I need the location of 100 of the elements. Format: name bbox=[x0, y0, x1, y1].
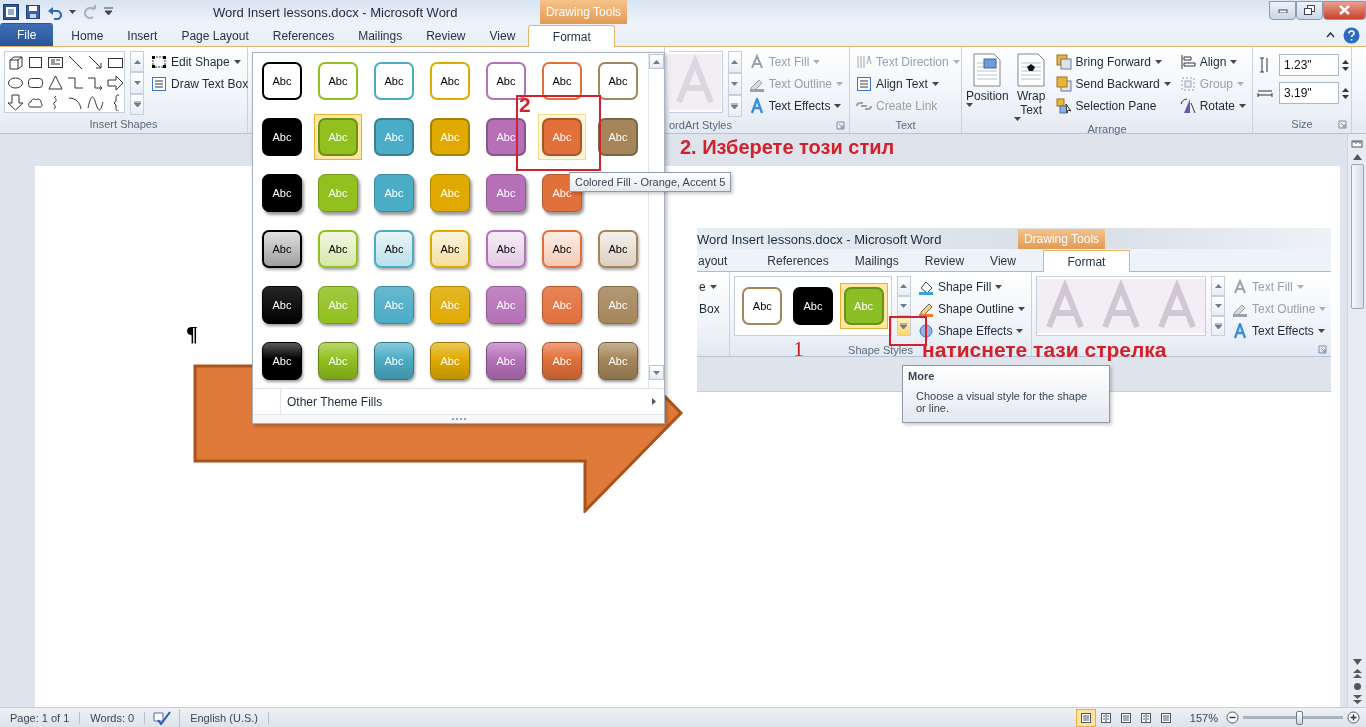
browse-object-icon[interactable] bbox=[1352, 682, 1362, 691]
scroll-down-icon bbox=[1214, 304, 1222, 308]
file-tab[interactable]: File bbox=[0, 23, 54, 46]
scroll-up-button[interactable] bbox=[1211, 276, 1225, 296]
right-arrow-icon[interactable] bbox=[107, 74, 124, 91]
ribbon-tab[interactable]: ayout bbox=[697, 249, 741, 271]
cube-icon[interactable] bbox=[7, 54, 24, 71]
restore-button[interactable] bbox=[1296, 0, 1323, 20]
rectangle-icon[interactable] bbox=[27, 54, 44, 71]
zoom-level[interactable]: 157% bbox=[1175, 711, 1226, 724]
scrollbar-thumb[interactable] bbox=[1350, 164, 1364, 309]
undo-icon[interactable] bbox=[47, 4, 63, 20]
scroll-up-icon[interactable] bbox=[1352, 154, 1362, 160]
arrow-line-icon[interactable] bbox=[87, 54, 104, 71]
close-button[interactable] bbox=[1323, 0, 1366, 20]
ribbon-command[interactable]: Shape Fill bbox=[915, 276, 1027, 298]
more-button[interactable] bbox=[130, 93, 144, 115]
scroll-up-button[interactable] bbox=[649, 54, 664, 69]
contextual-tab-header: Drawing Tools bbox=[1018, 229, 1105, 249]
customize-icon[interactable] bbox=[104, 7, 113, 17]
ribbon-tab[interactable]: Mailings bbox=[347, 24, 414, 46]
dialog-launcher-icon[interactable] bbox=[1318, 344, 1327, 354]
more-icon bbox=[900, 323, 908, 329]
more-button[interactable] bbox=[896, 316, 911, 336]
curve-icon[interactable] bbox=[87, 94, 104, 111]
ribbon-tab[interactable]: Review bbox=[911, 249, 978, 271]
scroll-up-icon bbox=[133, 59, 141, 64]
next-page-icon[interactable] bbox=[1352, 695, 1362, 707]
more-icon bbox=[731, 103, 739, 109]
ribbon-tab[interactable]: View bbox=[977, 249, 1029, 271]
ribbon-command[interactable]: Text Effects bbox=[746, 95, 845, 117]
scroll-up-button[interactable] bbox=[130, 51, 144, 73]
text-box-icon[interactable] bbox=[47, 54, 64, 71]
position-button[interactable]: Position bbox=[966, 51, 1009, 123]
more-button[interactable] bbox=[727, 95, 742, 117]
zoom-in-icon[interactable] bbox=[1347, 711, 1360, 724]
ribbon-command[interactable]: Draw Text Box bbox=[149, 73, 251, 95]
view-icon bbox=[1159, 711, 1172, 724]
down-arrow-icon[interactable] bbox=[7, 94, 24, 111]
scroll-down-button[interactable] bbox=[896, 296, 911, 316]
ribbon-command[interactable]: e bbox=[697, 276, 729, 298]
command-icon bbox=[1055, 76, 1072, 92]
ribbon-tab[interactable]: Review bbox=[415, 24, 477, 46]
scroll-up-button[interactable] bbox=[727, 51, 742, 73]
scroll-down-button[interactable] bbox=[1211, 296, 1225, 316]
scroll-up-button[interactable] bbox=[896, 276, 911, 296]
save-icon[interactable] bbox=[25, 4, 41, 20]
ribbon-command[interactable]: Box bbox=[697, 298, 729, 320]
triangle-icon[interactable] bbox=[47, 74, 64, 91]
size-field[interactable]: 3.19" bbox=[1279, 82, 1339, 104]
ribbon-command[interactable]: Send Backward bbox=[1053, 73, 1173, 95]
ribbon-command[interactable]: Bring Forward bbox=[1053, 51, 1173, 73]
ribbon-command[interactable]: Edit Shape bbox=[149, 51, 251, 73]
shape-gallery[interactable] bbox=[4, 51, 125, 113]
spinner-icon[interactable] bbox=[1342, 86, 1349, 100]
menu-item[interactable]: Other Theme Fills bbox=[253, 388, 664, 414]
more-button[interactable] bbox=[1211, 316, 1225, 336]
ribbon-command[interactable]: Text Effects bbox=[1230, 320, 1329, 342]
oval-icon[interactable] bbox=[7, 74, 24, 91]
group-label: ordArt Styles bbox=[669, 119, 732, 131]
collapse-ribbon-icon[interactable] bbox=[1326, 32, 1335, 38]
view-button[interactable] bbox=[1075, 708, 1096, 727]
ribbon-command[interactable]: Align bbox=[1177, 51, 1248, 73]
ribbon-tab[interactable]: References bbox=[754, 249, 842, 271]
zoom-out-icon[interactable] bbox=[1226, 711, 1239, 724]
arc-icon[interactable] bbox=[67, 94, 84, 111]
ribbon-tab[interactable]: Home bbox=[60, 24, 115, 46]
ribbon-tab[interactable]: Mailings bbox=[841, 249, 912, 271]
caret-icon bbox=[1013, 117, 1021, 121]
ribbon-tab[interactable]: References bbox=[261, 24, 346, 46]
ruler-icon[interactable] bbox=[1351, 138, 1363, 150]
ribbon-tab[interactable]: View bbox=[478, 24, 527, 46]
group-label: Insert Shapes bbox=[89, 118, 158, 130]
line-icon[interactable] bbox=[67, 54, 84, 71]
scroll-down-button[interactable] bbox=[130, 72, 144, 94]
ribbon-tab[interactable]: Format bbox=[528, 25, 616, 47]
scroll-down-button[interactable] bbox=[649, 365, 664, 380]
help-icon[interactable] bbox=[1343, 26, 1360, 44]
ribbon-command[interactable]: Rotate bbox=[1177, 95, 1248, 117]
scroll-down-icon bbox=[653, 370, 660, 375]
ribbon-command[interactable]: Align Text bbox=[854, 73, 962, 95]
ribbon-tab[interactable]: Insert bbox=[116, 24, 169, 46]
dialog-launcher-icon[interactable] bbox=[836, 120, 845, 130]
scroll-down-icon[interactable] bbox=[1352, 659, 1362, 665]
ribbon-tab[interactable]: Page Layout bbox=[170, 24, 260, 46]
step-marker: 1 bbox=[793, 336, 804, 362]
wrap-text-button[interactable]: Wrap Text bbox=[1013, 51, 1049, 123]
ribbon-command[interactable]: Shape Outline bbox=[915, 298, 1027, 320]
ribbon-tab[interactable]: Format bbox=[1042, 250, 1130, 272]
view-icon bbox=[1119, 711, 1132, 724]
contextual-tab-header: Drawing Tools bbox=[540, 0, 627, 24]
zoom-slider-thumb[interactable] bbox=[1296, 710, 1303, 725]
scroll-up-icon bbox=[900, 284, 908, 288]
resize-grip-icon bbox=[450, 417, 467, 421]
dialog-launcher-icon[interactable] bbox=[1338, 119, 1347, 129]
size-field[interactable]: 1.23" bbox=[1279, 54, 1339, 76]
spinner-icon[interactable] bbox=[1342, 58, 1349, 72]
scroll-down-button[interactable] bbox=[727, 73, 742, 95]
ribbon-command[interactable]: Selection Pane bbox=[1053, 95, 1173, 117]
previous-page-icon[interactable] bbox=[1352, 669, 1362, 678]
